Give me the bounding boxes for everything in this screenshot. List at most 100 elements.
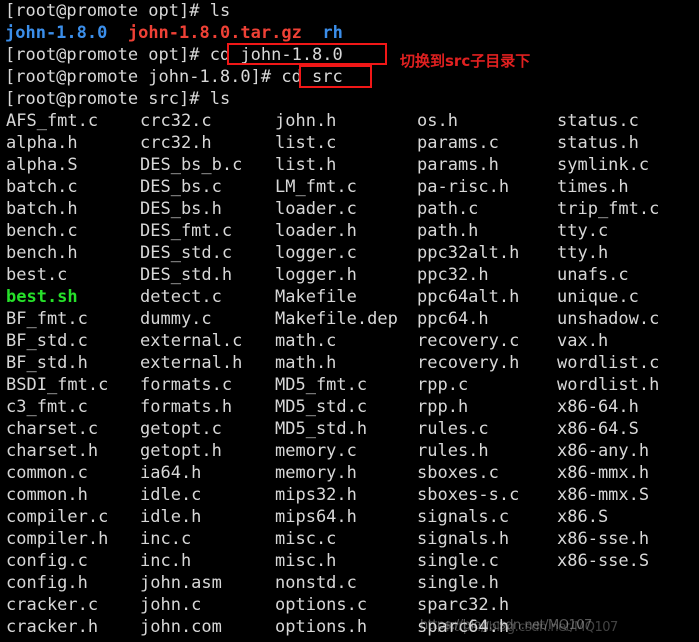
file-entry: getopt.h — [140, 441, 222, 461]
file-entry: BF_std.c — [6, 331, 88, 351]
file-entry: options.c — [275, 595, 368, 615]
file-entry: john.asm — [140, 573, 222, 593]
file-entry: logger.h — [275, 265, 357, 285]
file-entry: signals.c — [417, 507, 510, 527]
file-entry: BF_fmt.c — [6, 309, 88, 329]
file-entry: external.h — [140, 353, 243, 373]
file-entry: sboxes.c — [417, 463, 499, 483]
file-entry: rpp.c — [417, 375, 469, 395]
file-entry: params.c — [417, 133, 499, 153]
file-entry: external.c — [140, 331, 243, 351]
file-entry: recovery.c — [417, 331, 520, 351]
dir-rh: rh — [322, 23, 343, 43]
file-entry: tty.c — [557, 221, 609, 241]
file-entry: config.h — [6, 573, 88, 593]
file-entry: memory.c — [275, 441, 357, 461]
file-entry: DES_std.h — [140, 265, 233, 285]
annotation-note-src: 切换到src子目录下 — [400, 52, 531, 70]
file-entry: best.c — [6, 265, 68, 285]
file-entry: DES_std.c — [140, 243, 233, 263]
file-column-5: status.c status.h symlink.c times.h trip_fmt… — [557, 110, 659, 572]
file-entry: LM_fmt.c — [275, 177, 357, 197]
file-column-4: os.h params.c params.h pa-risc.h path.c path.… — [417, 110, 519, 638]
file-entry: MD5_std.h — [275, 419, 368, 439]
file-entry: common.h — [6, 485, 88, 505]
file-entry: DES_bs_b.c — [140, 155, 243, 175]
file-entry: alpha.S — [6, 155, 78, 175]
file-entry: common.c — [6, 463, 88, 483]
terminal-line-4: [root@promote john-1.8.0]# cd src — [0, 66, 699, 88]
file-entry: DES_fmt.c — [140, 221, 233, 241]
file-entry: idle.h — [140, 507, 202, 527]
file-entry: x86-mmx.h — [557, 463, 650, 483]
file-entry: math.h — [275, 353, 337, 373]
file-entry: list.h — [275, 155, 337, 175]
shell-prompt: [root@promote src]# — [5, 89, 210, 109]
terminal-line-3: [root@promote opt]# cd john-1.8.0 — [0, 44, 699, 66]
file-entry: formats.h — [140, 397, 233, 417]
shell-command: ls — [209, 1, 231, 21]
file-entry: x86-64.h — [557, 397, 639, 417]
file-entry: unafs.c — [557, 265, 629, 285]
file-entry: symlink.c — [557, 155, 650, 175]
file-entry: sparc32.h — [417, 595, 510, 615]
file-entry: john.c — [140, 595, 202, 615]
file-entry: inc.h — [140, 551, 192, 571]
file-entry: batch.c — [6, 177, 78, 197]
file-entry: logger.c — [275, 243, 357, 263]
file-entry: mips32.h — [275, 485, 357, 505]
file-entry: idle.c — [140, 485, 202, 505]
file-entry: times.h — [557, 177, 629, 197]
file-entry: trip_fmt.c — [557, 199, 660, 219]
file-entry: DES_bs.c — [140, 177, 222, 197]
file-entry: x86-mmx.S — [557, 485, 650, 505]
file-entry: x86-sse.S — [557, 551, 650, 571]
file-entry: os.h — [417, 111, 458, 131]
shell-prompt: [root@promote john-1.8.0]# — [5, 67, 282, 87]
file-entry: rpp.h — [417, 397, 469, 417]
file-entry: ppc64.h — [417, 309, 489, 329]
file-entry: single.c — [417, 551, 499, 571]
file-entry: params.h — [417, 155, 499, 175]
file-column-2: crc32.c crc32.h DES_bs_b.c DES_bs.c DES_bs.h… — [140, 110, 242, 638]
file-entry: tty.h — [557, 243, 609, 263]
file-entry: loader.c — [275, 199, 357, 219]
file-entry: path.h — [417, 221, 479, 241]
file-entry: ppc32.h — [417, 265, 489, 285]
shell-prompt: [root@promote opt]# — [5, 1, 210, 21]
file-entry: BSDI_fmt.c — [6, 375, 109, 395]
file-entry: MD5_std.c — [275, 397, 368, 417]
file-entry: detect.c — [140, 287, 222, 307]
file-entry: batch.h — [6, 199, 78, 219]
file-entry: ia64.h — [140, 463, 202, 483]
shell-command-cd-john: cd john-1.8.0 — [209, 45, 343, 65]
file-entry: bench.h — [6, 243, 78, 263]
file-entry: signals.h — [417, 529, 510, 549]
file-entry: crc32.h — [140, 133, 212, 153]
file-entry: john.com — [140, 617, 222, 637]
file-entry: memory.h — [275, 463, 357, 483]
file-column-1: AFS_fmt.c alpha.h alpha.S batch.c batch.h ben… — [6, 110, 108, 638]
file-entry: Makefile.dep — [275, 309, 398, 329]
file-entry: ppc32alt.h — [417, 243, 520, 263]
file-entry: dummy.c — [140, 309, 212, 329]
file-entry: formats.c — [140, 375, 233, 395]
file-entry: path.c — [417, 199, 479, 219]
file-entry: x86-64.S — [557, 419, 639, 439]
shell-command-cd-src: cd src — [281, 67, 343, 87]
terminal-window[interactable]: [root@promote opt]# ls john-1.8.0 john-1… — [0, 0, 699, 642]
file-entry: crc32.c — [140, 111, 212, 131]
terminal-line-1: [root@promote opt]# ls — [0, 0, 699, 22]
file-entry: config.c — [6, 551, 88, 571]
terminal-line-5: [root@promote src]# ls — [0, 88, 699, 110]
file-entry: MD5_fmt.c — [275, 375, 368, 395]
file-entry: x86-any.h — [557, 441, 650, 461]
shell-command: ls — [209, 89, 231, 109]
archive-john-tar-gz: john-1.8.0.tar.gz — [127, 23, 302, 43]
file-entry: DES_bs.h — [140, 199, 222, 219]
file-entry: BF_std.h — [6, 353, 88, 373]
file-entry: options.h — [275, 617, 368, 637]
file-entry: vax.h — [557, 331, 609, 351]
file-entry: list.c — [275, 133, 337, 153]
